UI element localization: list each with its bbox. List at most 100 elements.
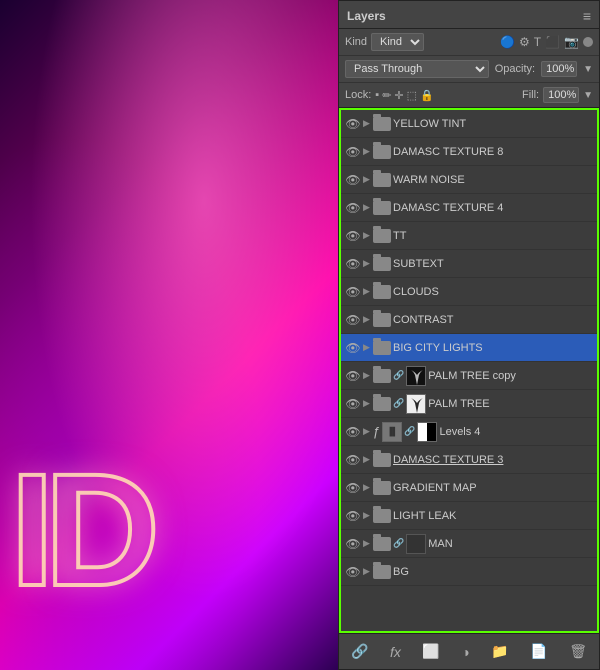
chain-icon: 🔗 (404, 426, 415, 437)
lock-move-icon[interactable]: ✛ (394, 89, 403, 102)
layer-row[interactable]: 👁▶WARM NOISE (341, 166, 597, 194)
blend-mode-select[interactable]: Pass Through (345, 60, 489, 78)
layer-name-label: DAMASC TEXTURE 8 (393, 146, 593, 158)
expand-icon[interactable]: ▶ (363, 174, 371, 185)
layer-row[interactable]: 👁▶SUBTEXT (341, 250, 597, 278)
adjustment-filter-icon[interactable]: ⚙ (519, 35, 530, 49)
expand-icon[interactable]: ▶ (363, 482, 371, 493)
lock-artboard-icon[interactable]: ⬚ (407, 89, 417, 102)
expand-icon[interactable]: ▶ (363, 118, 371, 129)
lock-transparency-icon[interactable]: ▪ (375, 89, 379, 101)
kind-select[interactable]: Kind (371, 33, 424, 51)
fill-value[interactable]: 100% (543, 87, 579, 103)
panel-menu-icon[interactable]: ≡ (583, 8, 591, 24)
layer-name-label: DAMASC TEXTURE 4 (393, 202, 593, 214)
layer-row[interactable]: 👁▶CLOUDS (341, 278, 597, 306)
panel-title: Layers (347, 9, 386, 23)
expand-icon[interactable]: ▶ (363, 566, 371, 577)
smartobj-filter-icon[interactable]: 📷 (564, 35, 579, 49)
visibility-toggle-icon[interactable]: 👁 (345, 340, 361, 356)
link-layers-button[interactable]: 🔗 (347, 641, 372, 662)
lock-paint-icon[interactable]: ✏ (382, 89, 391, 102)
lock-all-icon[interactable]: 🔒 (420, 89, 434, 102)
visibility-toggle-icon[interactable]: 👁 (345, 452, 361, 468)
expand-icon[interactable]: ▶ (363, 342, 371, 353)
layer-row[interactable]: 👁▶🔗PALM TREE (341, 390, 597, 418)
layer-name-label: TT (393, 230, 593, 242)
expand-icon[interactable]: ▶ (363, 510, 371, 521)
type-filter-icon[interactable]: T (534, 35, 541, 49)
visibility-toggle-icon[interactable]: 👁 (345, 508, 361, 524)
visibility-toggle-icon[interactable]: 👁 (345, 368, 361, 384)
expand-icon[interactable]: ▶ (363, 426, 371, 437)
expand-icon[interactable]: ▶ (363, 146, 371, 157)
visibility-toggle-icon[interactable]: 👁 (345, 424, 361, 440)
expand-icon[interactable]: ▶ (363, 286, 371, 297)
layer-row[interactable]: 👁▶GRADIENT MAP (341, 474, 597, 502)
layer-row[interactable]: 👁▶ TT (341, 222, 597, 250)
layer-name-label: CONTRAST (393, 314, 593, 326)
fill-arrow-icon[interactable]: ▼ (583, 90, 593, 101)
kind-icons-group: 🔵 ⚙ T ⬛ 📷 (500, 35, 593, 49)
expand-icon[interactable]: ▶ (363, 230, 371, 241)
visibility-toggle-icon[interactable]: 👁 (345, 284, 361, 300)
filter-dot[interactable] (583, 37, 593, 47)
fill-label: Fill: (522, 89, 539, 101)
layer-name-label: BIG CITY LIGHTS (393, 342, 593, 354)
layer-row[interactable]: 👁▶DAMASC TEXTURE 3 (341, 446, 597, 474)
expand-icon[interactable]: ▶ (363, 538, 371, 549)
layer-name-label: MAN (428, 538, 593, 550)
layer-row[interactable]: 👁▶ƒ▐▌🔗Levels 4 (341, 418, 597, 446)
fx-badge-icon: ƒ (373, 424, 380, 439)
layers-list: 👁▶YELLOW TINT👁▶DAMASC TEXTURE 8👁▶WARM NO… (339, 108, 599, 633)
expand-icon[interactable]: ▶ (363, 258, 371, 269)
add-adjustment-button[interactable]: ◑ (457, 642, 473, 662)
layer-folder-icon (373, 145, 391, 159)
lock-icons-group: ▪ ✏ ✛ ⬚ 🔒 (375, 89, 433, 102)
panel-toolbar: 🔗 fx ⬜ ◑ 📁 📄 🗑 (339, 633, 599, 669)
visibility-toggle-icon[interactable]: 👁 (345, 536, 361, 552)
layer-folder-icon (373, 285, 391, 299)
visibility-toggle-icon[interactable]: 👁 (345, 396, 361, 412)
layer-row[interactable]: 👁▶🔗PALM TREE copy (341, 362, 597, 390)
visibility-toggle-icon[interactable]: 👁 (345, 144, 361, 160)
visibility-toggle-icon[interactable]: 👁 (345, 480, 361, 496)
layer-folder-icon (373, 537, 391, 551)
layer-row[interactable]: 👁▶ LIGHT LEAK (341, 502, 597, 530)
delete-layer-button[interactable]: 🗑 (565, 641, 591, 662)
new-layer-button[interactable]: 📄 (526, 641, 551, 662)
layer-folder-icon (373, 229, 391, 243)
expand-icon[interactable]: ▶ (363, 454, 371, 465)
add-mask-button[interactable]: ⬜ (418, 641, 443, 662)
new-group-button[interactable]: 📁 (487, 641, 512, 662)
layer-folder-icon (373, 453, 391, 467)
opacity-value[interactable]: 100% (541, 61, 577, 77)
layer-row[interactable]: 👁▶ CONTRAST (341, 306, 597, 334)
layer-name-label: LIGHT LEAK (393, 510, 593, 522)
layer-row[interactable]: 👁▶BG (341, 558, 597, 586)
layer-row[interactable]: 👁▶ DAMASC TEXTURE 8 (341, 138, 597, 166)
layer-name-label: PALM TREE (428, 398, 593, 410)
expand-icon[interactable]: ▶ (363, 398, 371, 409)
visibility-toggle-icon[interactable]: 👁 (345, 172, 361, 188)
visibility-toggle-icon[interactable]: 👁 (345, 256, 361, 272)
expand-icon[interactable]: ▶ (363, 314, 371, 325)
layer-row[interactable]: 👁▶🔗MAN (341, 530, 597, 558)
visibility-toggle-icon[interactable]: 👁 (345, 564, 361, 580)
layer-folder-icon (373, 313, 391, 327)
layer-folder-icon (373, 481, 391, 495)
visibility-toggle-icon[interactable]: 👁 (345, 116, 361, 132)
shape-filter-icon[interactable]: ⬛ (545, 35, 560, 49)
layer-row[interactable]: 👁▶ DAMASC TEXTURE 4 (341, 194, 597, 222)
background-canvas: ID (0, 0, 340, 670)
pixel-filter-icon[interactable]: 🔵 (500, 35, 515, 49)
fx-button[interactable]: fx (386, 642, 405, 662)
visibility-toggle-icon[interactable]: 👁 (345, 200, 361, 216)
opacity-arrow-icon[interactable]: ▼ (583, 64, 593, 75)
layer-row[interactable]: 👁▶ BIG CITY LIGHTS (341, 334, 597, 362)
visibility-toggle-icon[interactable]: 👁 (345, 312, 361, 328)
expand-icon[interactable]: ▶ (363, 202, 371, 213)
visibility-toggle-icon[interactable]: 👁 (345, 228, 361, 244)
expand-icon[interactable]: ▶ (363, 370, 371, 381)
layer-row[interactable]: 👁▶YELLOW TINT (341, 110, 597, 138)
